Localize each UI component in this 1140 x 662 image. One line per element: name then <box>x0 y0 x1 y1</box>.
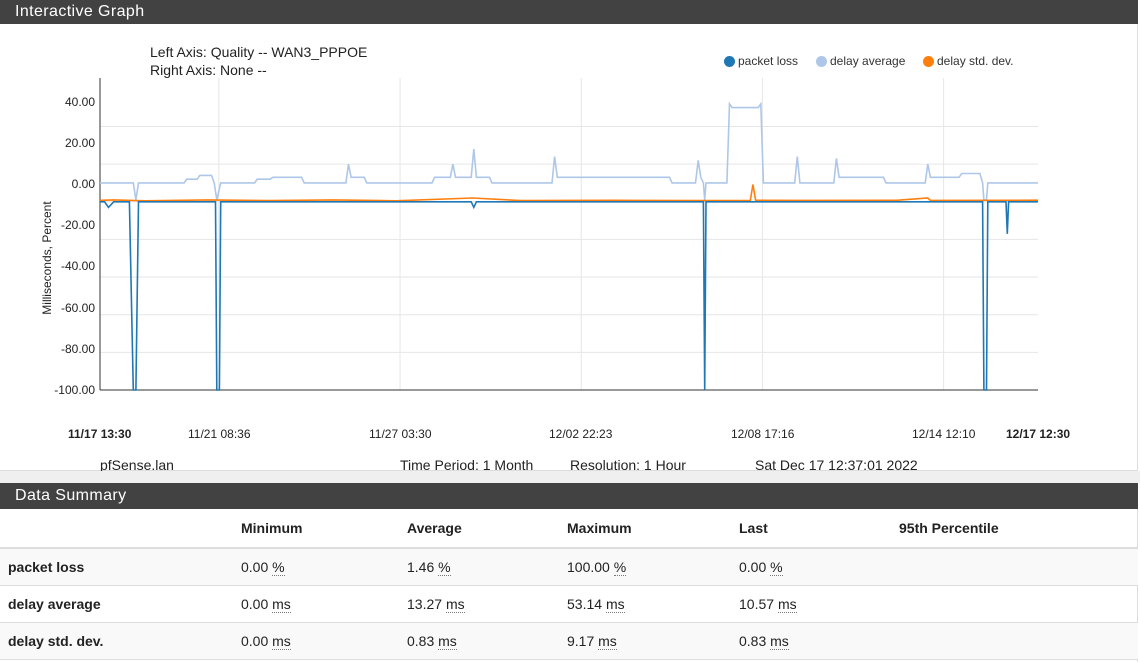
data-summary-table: Minimum Average Maximum Last 95th Percen… <box>0 509 1138 662</box>
legend-item-delay-std-dev[interactable]: delay std. dev. <box>923 54 1014 68</box>
max-cell: 53.14 ms <box>567 585 739 623</box>
x-tick-label: 11/27 03:30 <box>369 427 432 441</box>
unit-abbr: ms <box>438 633 457 650</box>
delay-average-swatch <box>816 55 827 67</box>
y-tick-label: -100.00 <box>54 383 95 397</box>
unit-abbr: ms <box>445 596 465 613</box>
p95-cell <box>899 585 1138 623</box>
row-label: packet loss <box>0 548 241 586</box>
unit-abbr: % <box>272 559 285 576</box>
y-tick-label: -40.00 <box>60 259 95 273</box>
chart-canvas[interactable] <box>0 24 1138 471</box>
unit-abbr: ms <box>598 633 617 650</box>
legend-label: packet loss <box>738 54 799 68</box>
unit-abbr: ms <box>272 596 291 613</box>
unit-abbr: ms <box>777 596 797 613</box>
unit-abbr: ms <box>770 633 789 650</box>
row-label: delay average <box>0 585 241 623</box>
y-tick-label: -80.00 <box>60 342 95 356</box>
table-row: packet loss 0.00 % 1.46 % 100.00 % 0.00 … <box>0 548 1138 586</box>
x-tick-label: 12/17 12:30 <box>1006 427 1071 441</box>
avg-cell: 1.46 % <box>407 548 567 586</box>
legend-item-packet-loss[interactable]: packet loss <box>724 54 798 68</box>
max-cell: 9.17 ms <box>567 622 739 660</box>
column-header: Maximum <box>567 509 739 549</box>
y-tick-label: -20.00 <box>60 218 95 232</box>
graph-panel: Left Axis: Quality -- WAN3_PPPOE Right A… <box>0 24 1138 473</box>
packet-loss-series-line <box>100 201 1038 391</box>
min-cell: 0.00 ms <box>241 585 407 623</box>
legend-label: delay average <box>830 54 906 68</box>
empty-header <box>0 509 241 549</box>
avg-cell: 0.83 ms <box>407 622 567 660</box>
delay-average-series-line <box>100 101 1038 201</box>
unit-abbr: % <box>438 559 451 576</box>
summary-panel-title: Data Summary <box>0 483 1138 509</box>
delay-std-dev-series-line <box>99 184 1039 202</box>
y-tick-label: -60.00 <box>60 301 95 315</box>
column-header: Last <box>739 509 899 549</box>
last-cell: 0.83 ms <box>739 622 899 660</box>
min-cell: 0.00 ms <box>241 622 407 660</box>
delay-std-dev-swatch <box>923 55 934 67</box>
max-cell: 100.00 % <box>567 548 739 586</box>
x-tick-label: 11/21 08:36 <box>188 427 251 441</box>
table-row: delay average 0.00 ms 13.27 ms 53.14 ms … <box>0 585 1138 623</box>
table-row: delay std. dev. 0.00 ms 0.83 ms 9.17 ms … <box>0 622 1138 660</box>
left-axis-info: Left Axis: Quality -- WAN3_PPPOE <box>150 44 368 60</box>
row-label: delay std. dev. <box>0 622 241 660</box>
graph-panel-title: Interactive Graph <box>0 0 1138 24</box>
y-tick-label: 40.00 <box>64 95 95 109</box>
unit-abbr: ms <box>272 633 291 650</box>
x-tick-label: 12/08 17:16 <box>731 427 795 441</box>
summary-header-row: Minimum Average Maximum Last 95th Percen… <box>0 509 1138 549</box>
unit-abbr: ms <box>605 596 625 613</box>
column-header: Average <box>407 509 567 549</box>
x-tick-label: 12/02 22:23 <box>549 427 613 441</box>
panel-gap <box>0 471 1140 483</box>
avg-cell: 13.27 ms <box>407 585 567 623</box>
x-tick-label: 12/14 12:10 <box>912 427 976 441</box>
min-cell: 0.00 % <box>241 548 407 586</box>
y-tick-label: 20.00 <box>64 136 95 150</box>
last-cell: 10.57 ms <box>739 585 899 623</box>
x-tick-label: 11/17 13:30 <box>68 427 132 441</box>
column-header: 95th Percentile <box>899 509 1138 549</box>
p95-cell <box>899 548 1138 586</box>
unit-abbr: % <box>770 559 783 576</box>
right-axis-info: Right Axis: None -- <box>150 62 267 78</box>
y-tick-label: 0.00 <box>71 177 95 191</box>
column-header: Minimum <box>241 509 407 549</box>
legend-label: delay std. dev. <box>937 54 1014 68</box>
unit-abbr: % <box>613 559 627 576</box>
p95-cell <box>899 622 1138 660</box>
last-cell: 0.00 % <box>739 548 899 586</box>
packet-loss-swatch <box>724 55 735 67</box>
legend-item-delay-average[interactable]: delay average <box>816 54 905 68</box>
